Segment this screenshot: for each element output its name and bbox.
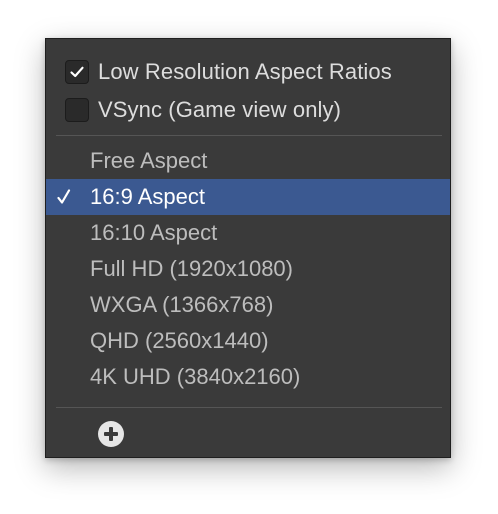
aspect-option-label: 16:9 Aspect — [90, 184, 205, 209]
vsync-toggle[interactable]: VSync (Game view only) — [46, 93, 450, 127]
low-resolution-aspect-ratios-toggle[interactable]: Low Resolution Aspect Ratios — [46, 55, 450, 89]
aspect-option-free[interactable]: Free Aspect — [46, 143, 450, 179]
aspect-option-16-10[interactable]: 16:10 Aspect — [46, 215, 450, 251]
checkmark-icon — [70, 66, 84, 78]
vsync-label: VSync (Game view only) — [98, 97, 342, 122]
menu-divider-top — [56, 135, 442, 136]
aspect-option-label: Full HD (1920x1080) — [90, 256, 293, 281]
aspect-ratio-dropdown-menu: Low Resolution Aspect Ratios VSync (Game… — [45, 38, 451, 458]
low-resolution-checkbox[interactable] — [65, 60, 89, 84]
low-resolution-label: Low Resolution Aspect Ratios — [98, 59, 392, 84]
aspect-option-4k-uhd[interactable]: 4K UHD (3840x2160) — [46, 359, 450, 395]
aspect-option-label: QHD (2560x1440) — [90, 328, 269, 353]
plus-circle-icon — [98, 421, 124, 447]
aspect-option-label: 16:10 Aspect — [90, 220, 218, 245]
aspect-option-16-9[interactable]: 16:9 Aspect — [46, 179, 450, 215]
aspect-option-full-hd[interactable]: Full HD (1920x1080) — [46, 251, 450, 287]
vsync-checkbox[interactable] — [65, 98, 89, 122]
aspect-option-qhd[interactable]: QHD (2560x1440) — [46, 323, 450, 359]
aspect-option-label: WXGA (1366x768) — [90, 292, 274, 317]
aspect-options-list: Free Aspect 16:9 Aspect 16:10 Aspect Ful… — [46, 143, 450, 395]
aspect-option-wxga[interactable]: WXGA (1366x768) — [46, 287, 450, 323]
aspect-option-label: Free Aspect — [90, 148, 208, 173]
menu-divider-bottom — [56, 407, 442, 408]
aspect-option-label: 4K UHD (3840x2160) — [90, 364, 301, 389]
add-aspect-button[interactable] — [96, 419, 126, 449]
selected-check-icon — [57, 189, 71, 204]
